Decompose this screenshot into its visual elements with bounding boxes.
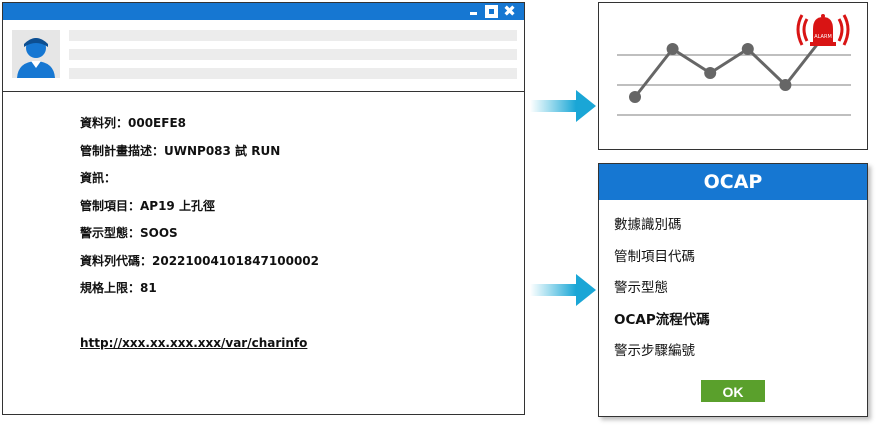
ok-button[interactable]: OK bbox=[701, 380, 765, 402]
field-control-item: 管制項目：AP19 上孔徑 bbox=[80, 198, 215, 213]
field-info: 資訊： bbox=[80, 171, 117, 185]
series-line bbox=[633, 36, 825, 98]
ocap-item-alert-type: 警示型態 bbox=[614, 280, 668, 296]
avatar bbox=[12, 30, 60, 78]
data-point bbox=[666, 43, 679, 55]
maximize-icon[interactable] bbox=[485, 5, 498, 18]
control-chart-panel: ALARM bbox=[598, 2, 868, 150]
placeholder-line bbox=[69, 30, 517, 41]
data-point bbox=[704, 67, 717, 79]
arrow-right-icon bbox=[530, 274, 596, 306]
ocap-item-control-item-code: 管制項目代碼 bbox=[614, 248, 695, 265]
field-plan-description: 管制計畫描述：UWNP083 試 RUN bbox=[80, 143, 281, 158]
alarm-icon: ALARM bbox=[796, 14, 850, 46]
ocap-dialog: OCAP 數據識別碼 管制項目代碼 警示型態 OCAP流程代碼 警示步驟編號 O… bbox=[598, 163, 868, 417]
notification-window: ✖ 資料列：000EFE8 管制計畫描述：UWNP083 試 RUN 資訊： 管… bbox=[2, 2, 525, 415]
ocap-item-data-id: 數據識別碼 bbox=[614, 217, 682, 233]
detail-fields: 資料列：000EFE8 管制計畫描述：UWNP083 試 RUN 資訊： 管制項… bbox=[80, 115, 510, 308]
ocap-item-flow-code: OCAP流程代碼 bbox=[614, 311, 710, 328]
minimize-icon[interactable] bbox=[467, 5, 480, 18]
data-point bbox=[779, 79, 792, 91]
placeholder-line bbox=[69, 49, 517, 60]
close-icon[interactable]: ✖ bbox=[503, 4, 516, 19]
field-data-row-code: 資料列代碼：20221004101847100002 bbox=[80, 253, 319, 268]
control-chart: ALARM bbox=[617, 14, 851, 116]
window-titlebar: ✖ bbox=[3, 3, 524, 20]
data-point bbox=[629, 91, 641, 103]
ocap-title: OCAP bbox=[599, 164, 867, 200]
ocap-item-list: 數據識別碼 管制項目代碼 警示型態 OCAP流程代碼 警示步驟編號 bbox=[614, 216, 710, 374]
field-alert-type: 警示型態：SOOS bbox=[80, 226, 178, 240]
message-header bbox=[3, 20, 524, 92]
user-icon bbox=[17, 38, 55, 78]
field-data-row: 資料列：000EFE8 bbox=[80, 116, 186, 130]
ocap-item-alert-step-number: 警示步驟編號 bbox=[614, 343, 695, 359]
arrow-right-icon bbox=[530, 90, 596, 122]
alarm-label: ALARM bbox=[814, 34, 832, 40]
chart-info-link[interactable]: http://xxx.xx.xxx.xxx/var/charinfo bbox=[80, 336, 307, 350]
placeholder-line bbox=[69, 68, 517, 79]
data-point bbox=[741, 43, 754, 55]
field-upper-spec-limit: 規格上限：81 bbox=[80, 281, 157, 295]
